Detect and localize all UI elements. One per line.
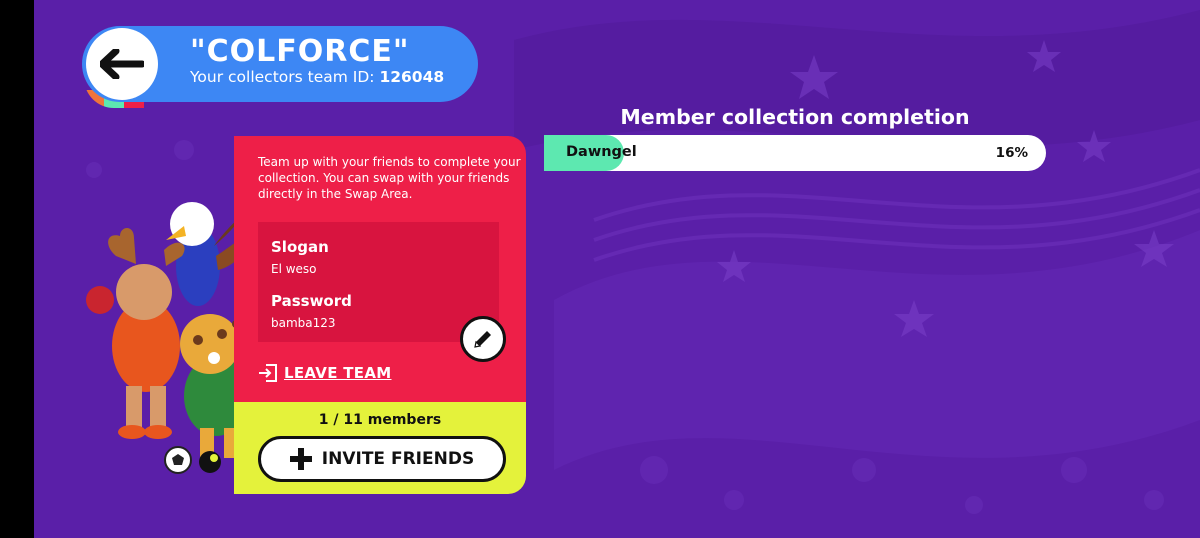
screen-edge (0, 0, 34, 538)
member-completion-percent: 16% (995, 145, 1028, 161)
invite-friends-label: INVITE FRIENDS (321, 449, 475, 469)
slogan-label: Slogan (271, 238, 329, 256)
slogan-value: El weso (271, 262, 317, 276)
pencil-icon (474, 331, 491, 348)
leave-team-label: LEAVE TEAM (284, 364, 392, 382)
invite-friends-button[interactable]: INVITE FRIENDS (258, 436, 506, 482)
arrow-left-icon (100, 49, 144, 79)
edit-team-button[interactable] (460, 316, 506, 362)
password-label: Password (271, 292, 352, 310)
team-screen: "COLFORCE" Your collectors team ID: 1260… (34, 0, 1200, 538)
plus-icon (289, 448, 312, 470)
team-id-label: Your collectors team ID: (190, 68, 375, 86)
member-completion-row: Dawngel 16% (544, 135, 1046, 171)
members-card: 1 / 11 members INVITE FRIENDS (234, 402, 526, 494)
back-button[interactable] (86, 28, 158, 100)
password-value: bamba123 (271, 316, 336, 330)
members-count: 1 / 11 members (318, 412, 442, 428)
team-name: "COLFORCE" (190, 34, 410, 69)
team-details-box: Slogan El weso Password bamba123 (258, 222, 499, 342)
team-id-value: 126048 (379, 68, 445, 86)
team-info-card: Team up with your friends to complete yo… (234, 136, 526, 402)
exit-icon (259, 364, 277, 382)
member-name: Dawngel (566, 144, 637, 160)
leave-team-link[interactable]: LEAVE TEAM (258, 363, 392, 383)
completion-title: Member collection completion (620, 105, 970, 129)
team-description: Team up with your friends to complete yo… (258, 155, 521, 201)
team-id-line: Your collectors team ID: 126048 (190, 68, 444, 86)
